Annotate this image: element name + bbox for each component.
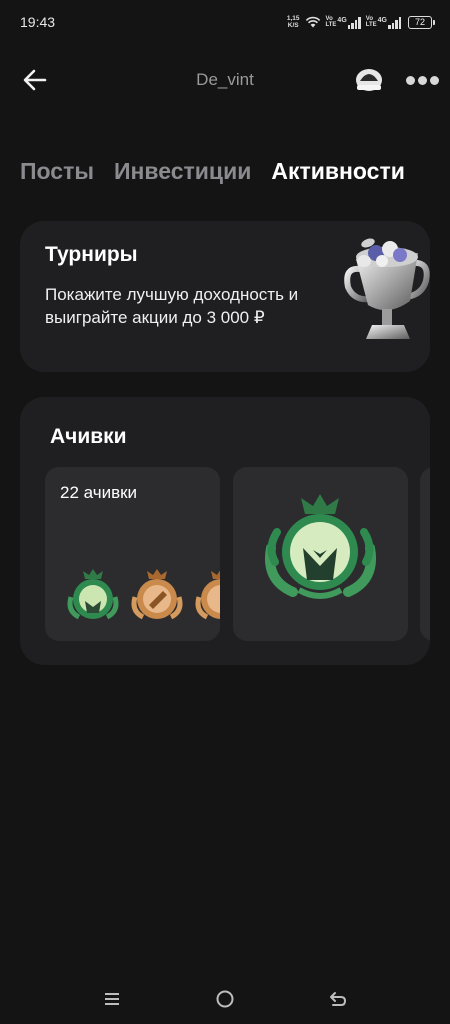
sim1-signal: Vo LTE 4G xyxy=(326,16,361,29)
battery-level: 72 xyxy=(414,17,425,27)
dot xyxy=(417,75,427,85)
tournaments-card[interactable]: Турниры Покажите лучшую доходность и выи… xyxy=(20,221,430,372)
tournaments-title: Турниры xyxy=(45,243,138,266)
tab-activities[interactable]: Активности xyxy=(271,158,405,185)
green-medal-icon xyxy=(265,494,376,599)
achievement-tile[interactable] xyxy=(420,467,430,641)
signal-bars-icon xyxy=(388,16,401,29)
trophy-icon xyxy=(344,238,430,339)
bronze-medal-icon xyxy=(195,570,220,620)
tab-investments[interactable]: Инвестиции xyxy=(114,158,251,185)
sim2-4g: 4G xyxy=(377,16,387,24)
green-medal-icon xyxy=(67,569,119,620)
tournaments-description: Покажите лучшую доходность и выиграйте а… xyxy=(45,285,299,327)
avatar[interactable] xyxy=(354,67,384,93)
status-time: 19:43 xyxy=(20,14,56,30)
net-speed-value: 1,15 xyxy=(286,15,300,22)
dot xyxy=(405,75,415,85)
more-button[interactable] xyxy=(404,72,440,88)
system-nav-bar xyxy=(0,978,450,1022)
dot xyxy=(429,75,439,85)
recent-apps-button[interactable] xyxy=(97,986,127,1012)
net-speed: 1,15 K/S xyxy=(287,15,300,29)
net-speed-unit: K/S xyxy=(287,22,299,29)
medal-row xyxy=(65,567,220,625)
achievements-count: 22 ачивки xyxy=(60,483,138,502)
battery-indicator: 72 xyxy=(408,15,435,29)
system-back-button[interactable] xyxy=(323,986,353,1012)
home-button[interactable] xyxy=(210,986,240,1012)
back-icon xyxy=(330,992,346,1006)
avatar-icon xyxy=(356,69,382,91)
achievements-summary-tile[interactable]: 22 ачивки xyxy=(45,467,220,641)
status-bar: 19:43 1,15 K/S Vo LTE 4G Vo LTE 4G 72 xyxy=(0,0,450,44)
bronze-medal-icon xyxy=(131,569,183,620)
status-indicators: 1,15 K/S Vo LTE 4G Vo LTE 4G 72 xyxy=(287,15,435,29)
achievements-card: Ачивки 22 ачивки xyxy=(20,397,430,665)
profile-header: De_vint xyxy=(0,56,450,104)
achievements-title: Ачивки xyxy=(50,425,127,448)
signal-bars-icon xyxy=(347,16,361,29)
sim1-lte: LTE xyxy=(325,22,337,28)
achievement-tile[interactable] xyxy=(233,467,408,641)
home-circle-icon xyxy=(216,990,234,1008)
sim2-lte: LTE xyxy=(365,22,377,28)
sim1-4g: 4G xyxy=(337,16,347,24)
profile-tabs: Посты Инвестиции Активности xyxy=(20,158,405,185)
tab-posts[interactable]: Посты xyxy=(20,158,94,185)
wifi-icon xyxy=(305,16,320,28)
recent-apps-icon xyxy=(105,993,119,1005)
sim2-signal: Vo LTE 4G xyxy=(366,16,401,29)
